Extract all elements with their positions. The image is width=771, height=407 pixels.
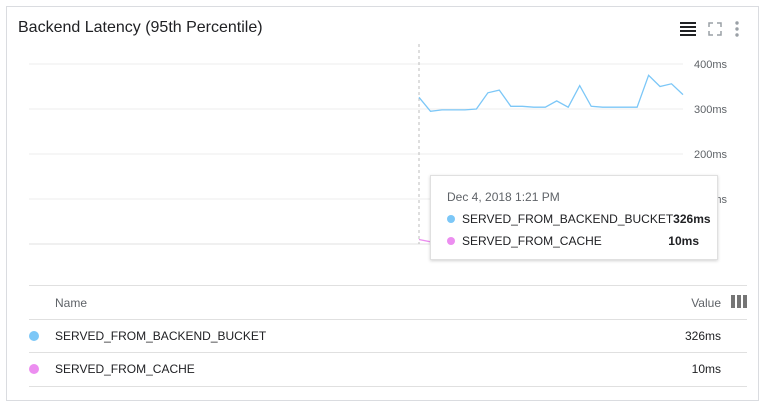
hover-tooltip: Dec 4, 2018 1:21 PM SERVED_FROM_BACKEND_… (430, 175, 718, 260)
legend-value-header: Value (691, 296, 721, 310)
series-color-dot (29, 331, 39, 341)
series-line (418, 74, 684, 112)
tooltip-series-name: SERVED_FROM_BACKEND_BUCKET (462, 212, 674, 226)
legend-row[interactable]: SERVED_FROM_BACKEND_BUCKET 326ms (29, 319, 747, 353)
legend-series-name: SERVED_FROM_CACHE (55, 362, 195, 376)
tooltip-series-value: 10ms (668, 234, 699, 248)
tooltip-series-name: SERVED_FROM_CACHE (462, 234, 602, 248)
series-color-dot (447, 237, 455, 245)
legend-series-value: 10ms (691, 362, 721, 376)
series-color-dot (447, 215, 455, 223)
columns-icon[interactable] (731, 295, 747, 308)
y-tick-label: 400ms (694, 59, 728, 71)
legend-series-name: SERVED_FROM_BACKEND_BUCKET (55, 329, 267, 343)
series-color-dot (29, 364, 39, 374)
legend-series-value: 326ms (684, 329, 721, 343)
tooltip-row: SERVED_FROM_BACKEND_BUCKET 326ms (447, 211, 711, 227)
tooltip-series-value: 326ms (673, 212, 711, 226)
legend-row[interactable]: SERVED_FROM_CACHE 10ms (29, 352, 747, 387)
y-tick-label: 200ms (694, 149, 728, 161)
chart-card: Backend Latency (95th Percentile) 400ms 3… (6, 6, 759, 401)
legend-name-header: Name (55, 296, 88, 310)
tooltip-row: SERVED_FROM_CACHE 10ms (447, 233, 699, 249)
legend-header: Name Value (29, 285, 747, 320)
y-tick-label: 300ms (694, 104, 728, 116)
tooltip-date: Dec 4, 2018 1:21 PM (447, 190, 560, 204)
